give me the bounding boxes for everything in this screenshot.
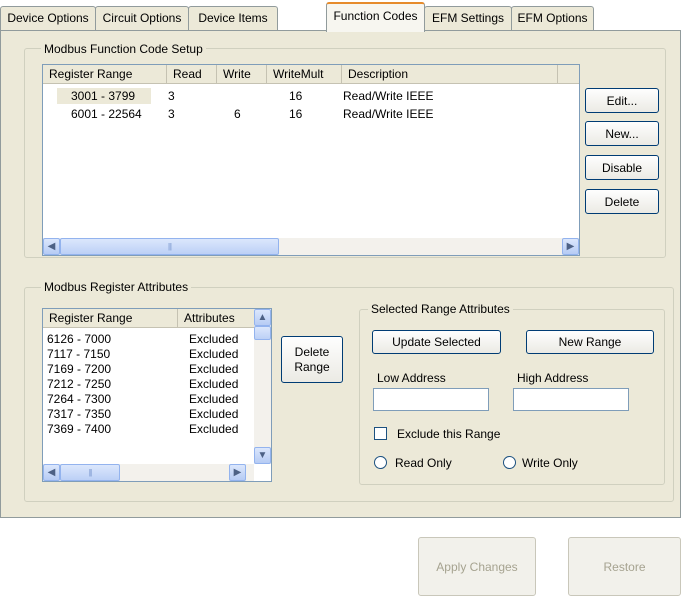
- table-row-cell-writemult[interactable]: 16: [289, 106, 302, 122]
- list-item-attr[interactable]: Excluded: [189, 391, 238, 407]
- delete-range-label-line2: Range: [294, 359, 330, 374]
- column-header-read[interactable]: Read: [167, 65, 217, 83]
- exclude-range-checkbox[interactable]: [374, 427, 387, 440]
- column-header-writemult[interactable]: WriteMult: [267, 65, 342, 83]
- read-only-label: Read Only: [395, 456, 452, 470]
- list-item-range[interactable]: 6126 - 7000: [47, 331, 111, 347]
- update-selected-button[interactable]: Update Selected: [372, 330, 501, 354]
- high-address-label: High Address: [517, 371, 589, 385]
- high-address-input[interactable]: [513, 388, 629, 411]
- table-row-cell-range[interactable]: 6001 - 22564: [71, 106, 142, 122]
- function-code-list-hscrollbar[interactable]: ◀ ||| ▶: [43, 238, 579, 255]
- read-only-radio[interactable]: [374, 456, 387, 469]
- scroll-right-arrow-icon[interactable]: ▶: [562, 238, 579, 255]
- delete-range-label-line1: Delete: [294, 344, 330, 359]
- scroll-down-arrow-icon[interactable]: ▼: [254, 447, 271, 464]
- delete-button[interactable]: Delete: [585, 189, 659, 214]
- new-button[interactable]: New...: [585, 121, 659, 146]
- table-row-cell-read[interactable]: 3: [168, 88, 175, 104]
- register-attributes-header: Register Range Attributes: [43, 309, 255, 328]
- exclude-range-label: Exclude this Range: [397, 427, 501, 441]
- tab-panel-function-codes: Modbus Function Code Setup Register Rang…: [0, 30, 681, 518]
- delete-range-button[interactable]: Delete Range: [281, 336, 343, 383]
- restore-button[interactable]: Restore: [568, 537, 681, 596]
- table-row-cell-read[interactable]: 3: [168, 106, 175, 122]
- low-address-label: Low Address: [377, 371, 446, 385]
- scrollbar-thumb[interactable]: [254, 326, 271, 340]
- tab-efm-settings[interactable]: EFM Settings: [424, 6, 512, 30]
- table-row-cell-description[interactable]: Read/Write IEEE: [343, 88, 433, 104]
- disable-button[interactable]: Disable: [585, 155, 659, 180]
- scroll-left-arrow-icon[interactable]: ◀: [43, 464, 60, 481]
- list-item-attr[interactable]: Excluded: [189, 421, 238, 437]
- list-item-range[interactable]: 7317 - 7350: [47, 406, 111, 422]
- function-code-list-header: Register Range Read Write WriteMult Desc…: [43, 65, 579, 84]
- write-only-radio[interactable]: [503, 456, 516, 469]
- column-header-register-range[interactable]: Register Range: [43, 309, 178, 327]
- tab-efm-options[interactable]: EFM Options: [511, 6, 594, 30]
- column-header-attributes[interactable]: Attributes: [178, 309, 255, 327]
- tab-function-codes[interactable]: Function Codes: [326, 2, 425, 32]
- table-row-cell-writemult[interactable]: 16: [289, 88, 302, 104]
- list-item-attr[interactable]: Excluded: [189, 406, 238, 422]
- new-range-button[interactable]: New Range: [526, 330, 654, 354]
- table-row-cell-write[interactable]: 6: [234, 106, 241, 122]
- function-code-list[interactable]: Register Range Read Write WriteMult Desc…: [42, 64, 580, 256]
- list-item-range[interactable]: 7369 - 7400: [47, 421, 111, 437]
- list-item-attr[interactable]: Excluded: [189, 361, 238, 377]
- column-header-description[interactable]: Description: [342, 65, 558, 83]
- tab-circuit-options[interactable]: Circuit Options: [95, 6, 189, 30]
- edit-button[interactable]: Edit...: [585, 88, 659, 113]
- column-header-register-range[interactable]: Register Range: [43, 65, 167, 83]
- register-attributes-title: Modbus Register Attributes: [41, 280, 192, 294]
- tab-device-items[interactable]: Device Items: [188, 6, 278, 30]
- tab-device-options[interactable]: Device Options: [0, 6, 96, 30]
- tab-strip: Device Options Circuit Options Device It…: [0, 0, 681, 32]
- scrollbar-thumb[interactable]: |||: [60, 464, 120, 481]
- register-attributes-hscrollbar[interactable]: ◀ ||| ▶: [43, 464, 254, 481]
- apply-changes-button[interactable]: Apply Changes: [418, 537, 536, 596]
- scrollbar-thumb[interactable]: |||: [60, 238, 279, 255]
- register-attributes-list[interactable]: Register Range Attributes 6126 - 7000 Ex…: [42, 308, 272, 482]
- scroll-right-arrow-icon[interactable]: ▶: [229, 464, 246, 481]
- low-address-input[interactable]: [373, 388, 489, 411]
- scroll-left-arrow-icon[interactable]: ◀: [43, 238, 60, 255]
- list-item-range[interactable]: 7264 - 7300: [47, 391, 111, 407]
- table-row-cell-description[interactable]: Read/Write IEEE: [343, 106, 433, 122]
- list-item-attr[interactable]: Excluded: [189, 331, 238, 347]
- list-item-attr[interactable]: Excluded: [189, 376, 238, 392]
- column-header-write[interactable]: Write: [217, 65, 267, 83]
- write-only-label: Write Only: [522, 456, 578, 470]
- list-item-range[interactable]: 7117 - 7150: [47, 346, 110, 362]
- scroll-up-arrow-icon[interactable]: ▲: [254, 309, 271, 326]
- register-attributes-vscrollbar[interactable]: ▲ ▼: [254, 309, 271, 464]
- table-row-cell-range[interactable]: 3001 - 3799: [57, 88, 151, 104]
- function-code-setup-title: Modbus Function Code Setup: [41, 42, 206, 56]
- list-item-attr[interactable]: Excluded: [189, 346, 238, 362]
- list-item-range[interactable]: 7212 - 7250: [47, 376, 111, 392]
- list-item-range[interactable]: 7169 - 7200: [47, 361, 111, 377]
- selected-range-title: Selected Range Attributes: [368, 302, 513, 316]
